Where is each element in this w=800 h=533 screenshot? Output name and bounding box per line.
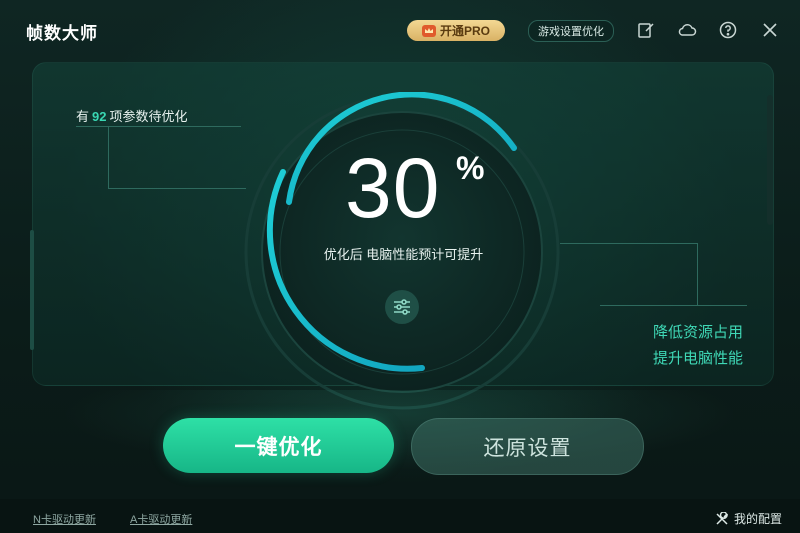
panel-decoration-left [30,230,34,350]
help-icon[interactable] [718,20,738,40]
open-pro-label: 开通PRO [439,24,490,38]
cloud-icon[interactable] [677,20,697,40]
sliders-icon [394,299,410,315]
connector-line [600,305,747,306]
crown-icon [421,24,436,37]
params-count: 92 [92,109,107,124]
connector-line [76,126,241,127]
restore-settings-button[interactable]: 还原设置 [411,418,644,475]
benefits-text: 降低资源占用 提升电脑性能 [653,320,743,372]
connector-line [108,126,109,188]
pending-params-text: 有 92 项参数待优化 [76,106,188,125]
my-config-button[interactable]: 我的配置 [715,510,782,527]
gauge-value: 30 [345,141,441,235]
my-config-label: 我的配置 [733,512,782,526]
open-pro-button[interactable]: 开通PRO [407,20,505,41]
gauge-subtitle: 优化后 电脑性能预计可提升 [323,247,484,262]
close-icon[interactable] [760,20,780,40]
panel-decoration-right [767,95,773,225]
connector-line [108,188,246,189]
connector-line [560,243,698,244]
app-title: 帧数大师 [26,24,98,43]
edit-icon[interactable] [636,20,656,40]
benefit-line-1: 降低资源占用 [652,324,743,341]
nvidia-driver-update-link[interactable]: N卡驱动更新 [33,511,96,527]
tools-icon [716,511,728,525]
gauge-unit: % [456,150,485,186]
game-settings-button[interactable]: 游戏设置优化 [528,20,614,42]
params-suffix: 项参数待优化 [109,109,188,124]
title-bar: 帧数大师 开通PRO 游戏设置优化 [0,0,800,60]
benefit-line-2: 提升电脑性能 [652,350,743,367]
footer-bar [0,499,800,533]
optimize-button[interactable]: 一键优化 [163,418,394,473]
gauge-settings-button[interactable] [385,290,419,324]
connector-line [697,243,698,305]
params-prefix: 有 [76,109,90,124]
amd-driver-update-link[interactable]: A卡驱动更新 [130,511,192,527]
